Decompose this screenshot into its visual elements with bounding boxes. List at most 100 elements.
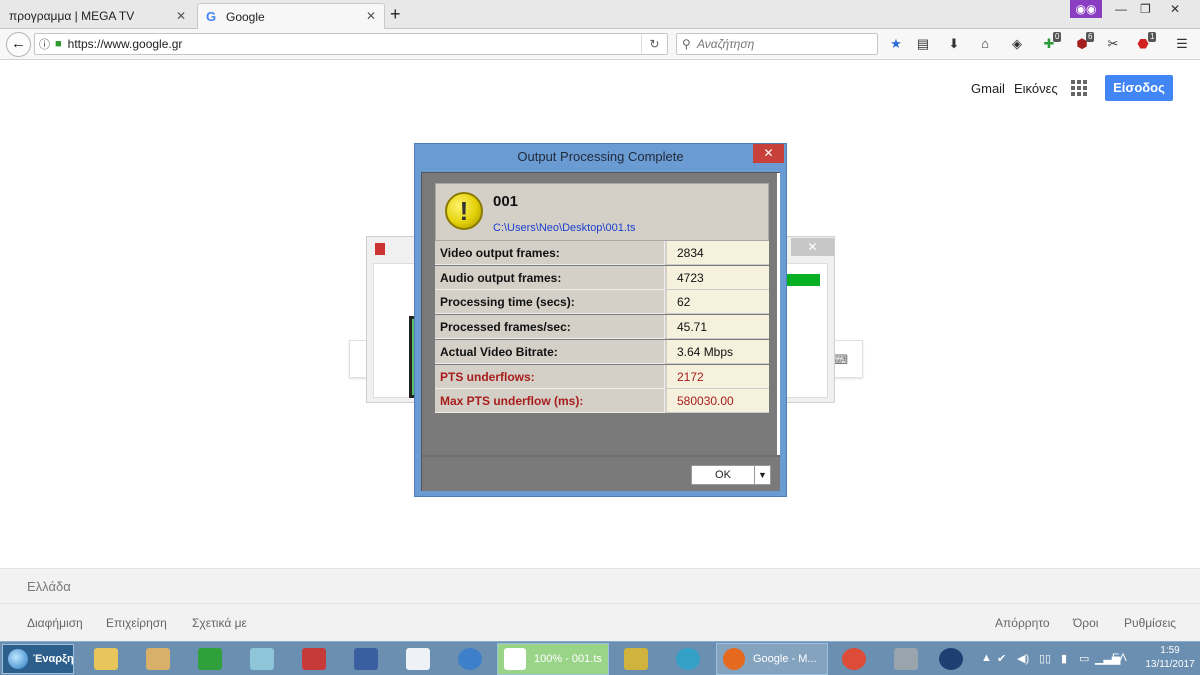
dropdown-arrow-icon[interactable]: ▼ xyxy=(754,466,770,484)
images-link[interactable]: Εικόνες xyxy=(1014,81,1058,96)
footer-links-bar: Διαφήμιση Επιχείρηση Σχετικά με Απόρρητο… xyxy=(0,604,1200,641)
ublock-badge: 6 xyxy=(1086,32,1095,42)
minimize-button[interactable]: — xyxy=(1115,2,1127,16)
network-icon[interactable]: ▯▯ xyxy=(1039,652,1051,665)
dialog-button-bar: OK ▼ xyxy=(422,457,780,491)
google-favicon-icon: G xyxy=(206,8,217,24)
footer-country-bar: Ελλάδα xyxy=(0,568,1200,604)
tab-bar: προγραμμα | MEGA TV ✕ G Google ✕ + ◉◉ — … xyxy=(0,0,1200,29)
notes-icon[interactable] xyxy=(244,645,280,673)
search-input[interactable]: ⚲ Αναζήτηση xyxy=(676,33,878,55)
tv-recorder-icon[interactable] xyxy=(296,645,332,673)
gmail-link[interactable]: Gmail xyxy=(971,81,1005,96)
url-text[interactable]: https://www.google.gr xyxy=(68,37,183,51)
info-icon[interactable]: ⓘ xyxy=(39,36,50,52)
adblock-badge: 1 xyxy=(1148,32,1157,42)
signin-button[interactable]: Είσοδος xyxy=(1105,75,1173,101)
ok-label[interactable]: OK xyxy=(692,466,754,484)
apps-grid-icon[interactable] xyxy=(1071,80,1087,96)
tray-green-check-icon[interactable]: ✔ xyxy=(997,652,1006,665)
lock-icon: ■ xyxy=(55,38,62,50)
paint-icon[interactable] xyxy=(140,645,176,673)
stats-row: Audio output frames: 4723 xyxy=(435,266,769,290)
stats-label: PTS underflows: xyxy=(435,365,665,389)
ok-button[interactable]: OK ▼ xyxy=(691,465,771,485)
stats-value: 2834 xyxy=(667,241,769,265)
stats-row: Video output frames: 2834 xyxy=(435,241,769,265)
bookmark-star-icon[interactable]: ★ xyxy=(887,36,905,52)
stats-row: Processed frames/sec: 45.71 xyxy=(435,315,769,339)
stats-value: 580030.00 xyxy=(667,389,769,413)
system-tray: ▲ ✔ ◀) ▯▯ ▮ ▭ ▁▃▅ ΕΛ 1:59 13/11/2017 xyxy=(975,642,1200,675)
home-icon[interactable]: ⌂ xyxy=(976,36,994,52)
dialog-panel: ! 001 C:\Users\Neo\Desktop\001.ts Video … xyxy=(422,173,780,455)
archive-icon[interactable] xyxy=(618,645,654,673)
battery-icon[interactable]: ▮ xyxy=(1061,652,1067,665)
back-button[interactable]: ← xyxy=(6,32,31,57)
stats-row: Max PTS underflow (ms): 580030.00 xyxy=(435,389,769,413)
clock-time: 1:59 xyxy=(1160,645,1180,656)
task-firefox[interactable]: Google - M... xyxy=(716,643,828,675)
job-header: ! 001 C:\Users\Neo\Desktop\001.ts xyxy=(435,183,769,241)
job-name: 001 xyxy=(493,193,519,210)
close-button[interactable]: ✕ xyxy=(791,238,834,256)
language-indicator[interactable]: ΕΛ xyxy=(1112,652,1127,664)
footer-link-terms[interactable]: Όροι xyxy=(1073,616,1098,630)
menu-icon[interactable]: ☰ xyxy=(1173,36,1191,52)
stats-row: Actual Video Bitrate: 3.64 Mbps xyxy=(435,340,769,364)
footer-link-business[interactable]: Επιχείρηση xyxy=(106,616,167,630)
stats-label: Processing time (secs): xyxy=(435,290,665,314)
private-mask-icon: ◉◉ xyxy=(1070,0,1102,18)
tab-title: προγραμμα | MEGA TV xyxy=(9,9,135,23)
tray-expand-icon[interactable]: ▲ xyxy=(981,652,992,664)
footer-link-about[interactable]: Σχετικά με xyxy=(192,616,247,630)
tab-google[interactable]: G Google ✕ xyxy=(197,3,385,29)
window-close-button[interactable]: ✕ xyxy=(1170,2,1180,16)
file-explorer-icon[interactable] xyxy=(88,645,124,673)
output-processing-dialog: Output Processing Complete ✕ ! 001 C:\Us… xyxy=(414,143,787,497)
start-button[interactable]: Έναρξη xyxy=(2,644,74,674)
task-tsdoctor[interactable]: 100% - 001.ts xyxy=(497,643,609,675)
app-icon xyxy=(375,243,385,255)
display-icon[interactable]: ▭ xyxy=(1079,652,1089,665)
taskbar: Έναρξη 100% - 001.ts Google - M... ▲ ✔ ◀… xyxy=(0,641,1200,675)
footer-link-privacy[interactable]: Απόρρητο xyxy=(995,616,1050,630)
footer-link-advertising[interactable]: Διαφήμιση xyxy=(27,616,83,630)
reload-icon[interactable]: ↻ xyxy=(641,34,667,54)
task-label: 100% - 001.ts xyxy=(534,653,602,665)
close-icon[interactable]: ✕ xyxy=(176,9,186,23)
tab-mega-tv[interactable]: προγραμμα | MEGA TV ✕ xyxy=(0,3,195,29)
restore-button[interactable]: ❐ xyxy=(1140,2,1151,16)
new-tab-button[interactable]: + xyxy=(390,4,401,25)
start-label: Έναρξη xyxy=(33,653,74,665)
stats-value: 2172 xyxy=(667,365,769,389)
screenshot-icon[interactable]: ✂ xyxy=(1104,36,1122,52)
chrome-icon[interactable] xyxy=(836,645,872,673)
stats-label: Audio output frames: xyxy=(435,266,665,290)
download-icon[interactable]: ⬇ xyxy=(945,36,963,52)
disk-tool-icon[interactable] xyxy=(888,645,924,673)
pocket-icon[interactable]: ◈ xyxy=(1008,36,1026,52)
url-bar[interactable]: ⓘ ■ https://www.google.gr ↻ xyxy=(34,33,668,55)
presentation-icon[interactable] xyxy=(400,645,436,673)
footer-link-settings[interactable]: Ρυθμίσεις xyxy=(1124,616,1176,630)
clock[interactable]: 1:59 13/11/2017 xyxy=(1145,644,1195,672)
info-app-icon[interactable] xyxy=(670,645,706,673)
store-icon[interactable] xyxy=(192,645,228,673)
network-app-icon[interactable] xyxy=(348,645,384,673)
stats-value: 62 xyxy=(667,290,769,314)
stats-value: 3.64 Mbps xyxy=(667,340,769,364)
stats-value: 4723 xyxy=(667,266,769,290)
dialog-close-button[interactable]: ✕ xyxy=(753,144,784,163)
bookmarks-list-icon[interactable]: ▤ xyxy=(914,36,932,52)
navigation-bar: ← ⓘ ■ https://www.google.gr ↻ ⚲ Αναζήτησ… xyxy=(0,29,1200,60)
dialog-body: ! 001 C:\Users\Neo\Desktop\001.ts Video … xyxy=(421,172,780,491)
help-icon[interactable] xyxy=(933,645,969,673)
volume-icon[interactable]: ◀) xyxy=(1017,652,1029,665)
qbittorrent-icon[interactable] xyxy=(452,645,488,673)
search-icon: ⚲ xyxy=(682,37,691,51)
windows-orb-icon xyxy=(8,649,28,669)
stats-label: Processed frames/sec: xyxy=(435,315,665,339)
close-icon[interactable]: ✕ xyxy=(366,9,376,23)
search-placeholder: Αναζήτηση xyxy=(697,37,755,51)
